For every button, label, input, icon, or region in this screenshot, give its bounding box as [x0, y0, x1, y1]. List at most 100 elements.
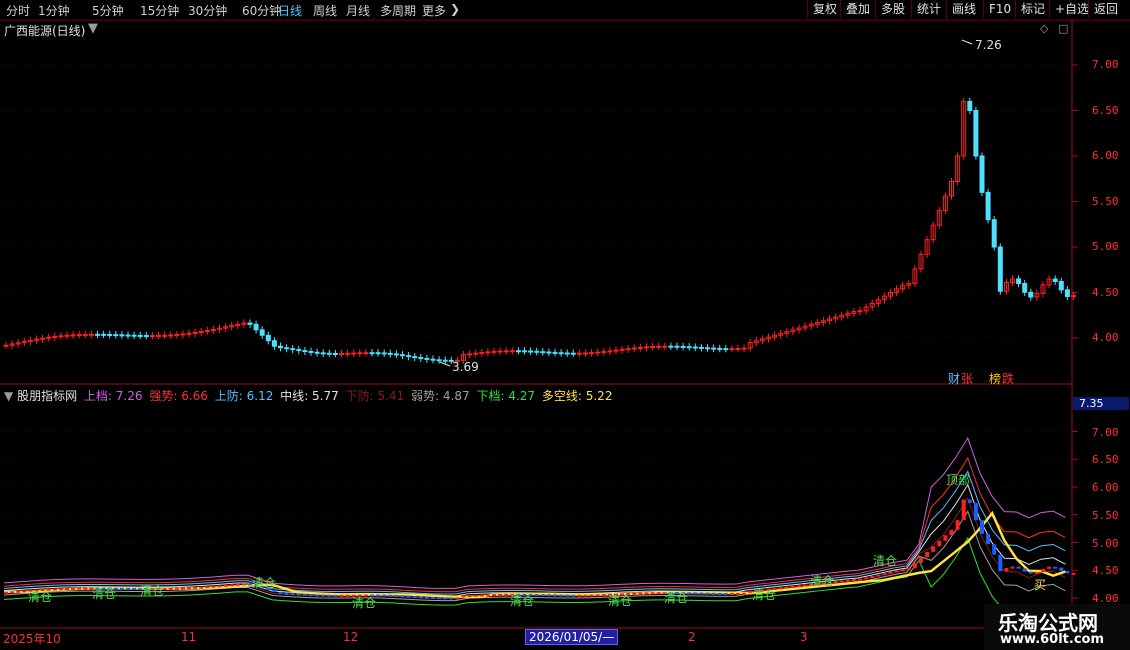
candle-body [576, 352, 582, 355]
indicator-bar [595, 594, 600, 597]
candle-body [662, 345, 668, 348]
candle-body [381, 352, 387, 355]
diamond-icon[interactable]: ◇ [1040, 22, 1048, 35]
legend-label: 强势 [149, 389, 174, 403]
indicator-name: 股朋指标网 [17, 389, 78, 403]
indicator-bar [961, 499, 966, 521]
indicator-bar [656, 592, 661, 595]
indicator-bar [1071, 572, 1076, 575]
indicator-bar [797, 585, 801, 588]
candle-body [467, 353, 473, 356]
indicator-bar [973, 502, 978, 521]
indicator-bar [699, 592, 704, 595]
indicator-bar [534, 594, 539, 597]
indicator-bar [851, 579, 856, 582]
y-tick: 5.00 [1092, 537, 1119, 550]
legend-value: 5.41 [377, 389, 405, 403]
indicator-bar [418, 596, 423, 599]
candle-body [668, 345, 674, 348]
candle-body [717, 347, 723, 350]
candle-body [1058, 281, 1064, 291]
indicator-bar [693, 592, 698, 595]
candle-body [125, 334, 131, 337]
cursor-date: 2026/01/05/— [525, 629, 619, 645]
title-dropdown-icon[interactable]: ▼ [88, 21, 98, 36]
indicator-bar [546, 594, 551, 597]
candle-body [332, 353, 338, 356]
indicator-bar [992, 544, 997, 555]
indicator-bar [449, 597, 454, 600]
indicator-bar [58, 588, 63, 591]
indicator-bar [784, 586, 789, 589]
indicator-bar [394, 595, 399, 598]
candle-body [625, 348, 631, 351]
candle-body [162, 334, 168, 337]
candle-body [70, 334, 76, 337]
indicator-bar [168, 587, 173, 590]
candle-body [174, 334, 180, 337]
indicator-bar [1059, 567, 1064, 571]
indicator-bar [931, 546, 936, 552]
candle-body [308, 350, 314, 353]
kline-chart-canvas[interactable] [0, 0, 1130, 650]
indicator-bar [553, 594, 557, 597]
candle-body [613, 349, 619, 352]
indicator-bar [583, 594, 588, 597]
indicator-bar [717, 592, 722, 595]
candle-body [314, 351, 320, 354]
indicator-bar [437, 597, 442, 600]
badge-finance[interactable]: 财 [948, 370, 960, 387]
candle-body [363, 352, 369, 355]
legend-label: 上防 [214, 389, 239, 403]
indicator-bar [479, 594, 484, 597]
candle-body [101, 333, 107, 336]
candle-body [528, 350, 534, 353]
y-tick: 4.50 [1092, 564, 1119, 577]
candle-body [583, 352, 588, 355]
legend-value: 4.27 [508, 389, 536, 403]
high-marker [961, 39, 973, 45]
y-tick: 6.00 [1092, 481, 1119, 494]
indicator-dropdown-icon[interactable]: ▼ [4, 389, 13, 403]
indicator-bar [540, 594, 545, 597]
indicator-bar [644, 592, 649, 595]
indicator-bar [333, 594, 338, 597]
candle-body [302, 350, 308, 353]
indicator-bar [912, 562, 917, 569]
indicator-bar [980, 520, 984, 534]
badge-list[interactable]: 榜 [989, 370, 1001, 387]
indicator-bar [870, 575, 875, 578]
candle-body [644, 346, 649, 349]
candle-body [406, 355, 412, 358]
candle-body [534, 350, 540, 353]
candle-body [345, 352, 351, 355]
legend-value: 7.26 [115, 389, 143, 403]
legend-label: 下档 [476, 389, 501, 403]
signal-label: 清仓 [92, 587, 117, 601]
badge-rise[interactable]: 张 [961, 370, 973, 387]
indicator-bar [193, 586, 198, 589]
indicator-bar [601, 594, 606, 597]
candle-body [265, 334, 271, 342]
indicator-bar [321, 594, 326, 597]
candle-body [3, 344, 9, 347]
indicator-bar [705, 592, 710, 595]
indicator-bar [955, 520, 960, 530]
candle-body [650, 346, 656, 349]
window-icon[interactable]: □ [1058, 22, 1068, 35]
candle-body [198, 331, 204, 334]
candle-body [991, 219, 997, 248]
candle-body [131, 334, 137, 337]
indicator-bar [888, 571, 893, 574]
candle-body [137, 334, 143, 337]
indicator-bar [906, 568, 911, 571]
indicator-bar [729, 593, 734, 596]
y-tick: 5.50 [1092, 195, 1119, 208]
indicator-bar [882, 573, 887, 576]
indicator-bar [71, 587, 76, 590]
badge-fall[interactable]: 跌 [1002, 370, 1014, 387]
indicator-bar [1010, 566, 1015, 569]
candle-body [290, 348, 296, 351]
indicator-bar [199, 586, 204, 589]
candle-body [393, 353, 399, 356]
